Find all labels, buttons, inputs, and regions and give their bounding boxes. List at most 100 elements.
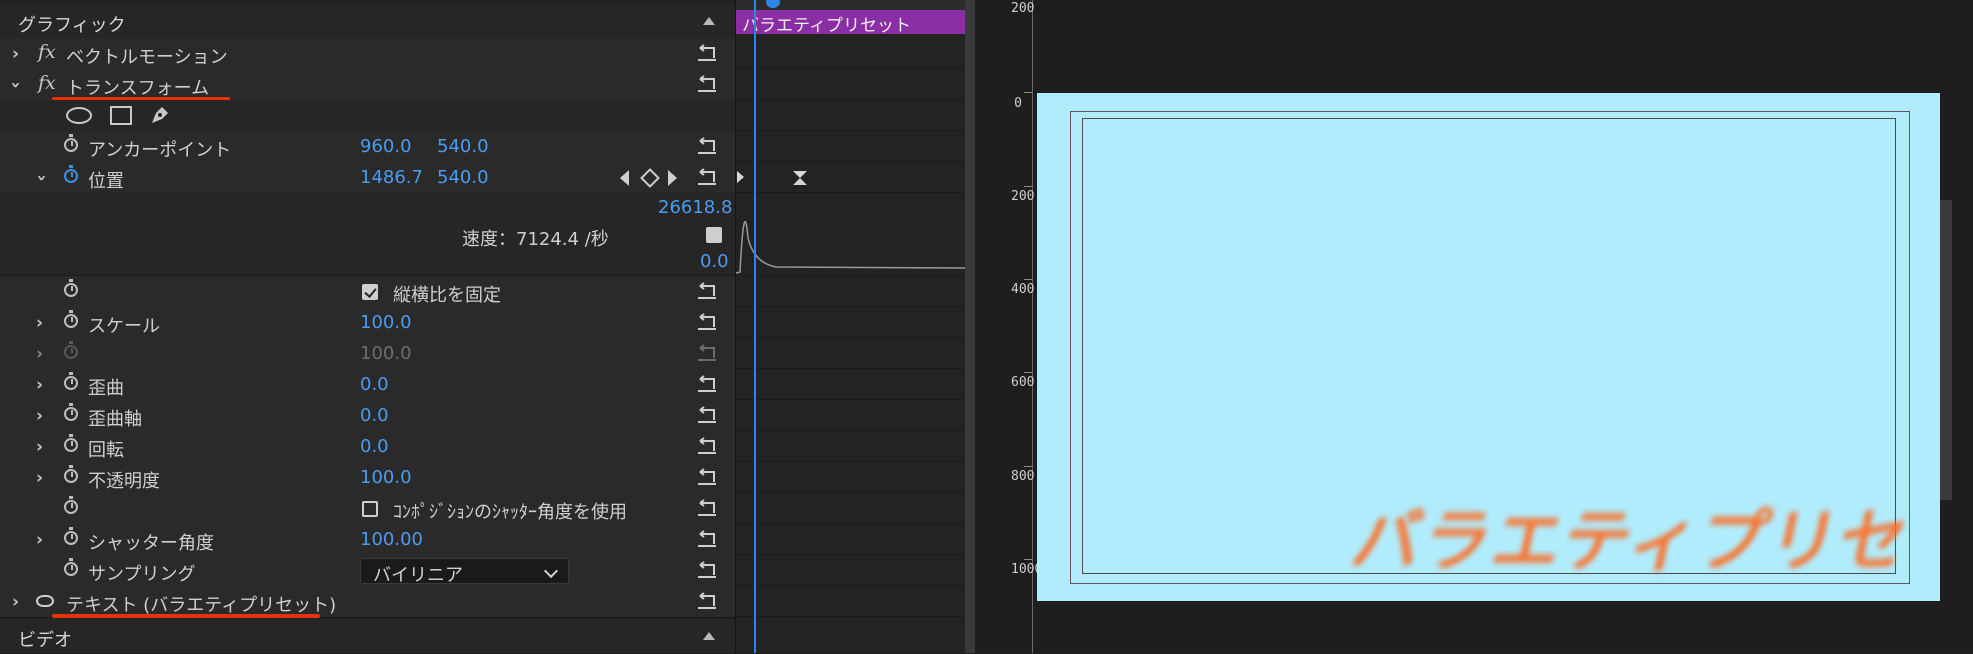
stopwatch-icon[interactable] bbox=[64, 527, 78, 545]
shutter-angle-value[interactable]: 100.00 bbox=[360, 529, 423, 550]
collapse-icon[interactable] bbox=[703, 17, 715, 25]
reset-icon[interactable] bbox=[694, 437, 720, 457]
param-row-position: › 位置 1486.7 540.0 bbox=[0, 162, 735, 194]
chevron-right-icon[interactable]: › bbox=[12, 592, 19, 612]
stopwatch-active-icon[interactable] bbox=[64, 165, 78, 183]
effect-label: ベクトルモーション bbox=[66, 47, 228, 68]
mask-tools-row bbox=[0, 100, 735, 132]
param-label: サンプリング bbox=[88, 564, 196, 585]
ruler-tick bbox=[1024, 466, 1032, 467]
fx-icon[interactable]: fx bbox=[38, 72, 56, 94]
comp-shutter-checkbox[interactable] bbox=[362, 501, 378, 517]
skew-axis-value[interactable]: 0.0 bbox=[360, 405, 389, 426]
effect-timeline[interactable]: バラエティプリセット bbox=[735, 0, 966, 653]
uniform-scale-checkbox[interactable] bbox=[362, 284, 378, 300]
chevron-right-icon[interactable]: › bbox=[36, 344, 43, 364]
divider bbox=[736, 306, 966, 307]
reset-icon[interactable] bbox=[694, 406, 720, 426]
anchor-y-value[interactable]: 540.0 bbox=[437, 136, 489, 157]
fx-icon[interactable]: fx bbox=[38, 41, 56, 63]
keyframe-marker-icon[interactable] bbox=[737, 171, 744, 183]
stopwatch-icon[interactable] bbox=[64, 465, 78, 483]
stopwatch-icon[interactable] bbox=[64, 372, 78, 390]
stopwatch-icon[interactable] bbox=[64, 403, 78, 421]
stopwatch-icon[interactable] bbox=[64, 496, 78, 514]
velocity-graph-panel: 26618.8 速度：7124.4 /秒 0.0 bbox=[0, 193, 735, 276]
reset-icon[interactable] bbox=[694, 468, 720, 488]
reset-icon[interactable] bbox=[694, 137, 720, 157]
vertical-scrollbar[interactable] bbox=[965, 0, 975, 653]
reset-icon[interactable] bbox=[694, 313, 720, 333]
chevron-right-icon[interactable]: › bbox=[36, 468, 43, 488]
chevron-right-icon[interactable]: › bbox=[12, 44, 19, 64]
chevron-right-icon[interactable]: › bbox=[36, 530, 43, 550]
reset-icon[interactable] bbox=[694, 530, 720, 550]
effect-row-vector-motion[interactable]: › fx ベクトルモーション bbox=[0, 38, 735, 70]
param-label: スケール bbox=[88, 316, 160, 337]
reset-icon[interactable] bbox=[694, 282, 720, 302]
param-row-scale: › スケール 100.0 bbox=[0, 307, 735, 339]
timeline-clip[interactable]: バラエティプリセット bbox=[736, 10, 966, 36]
divider bbox=[736, 399, 966, 400]
skew-value[interactable]: 0.0 bbox=[360, 374, 389, 395]
divider bbox=[736, 585, 966, 586]
ellipse-mask-icon[interactable] bbox=[66, 107, 92, 124]
stopwatch-icon[interactable] bbox=[64, 134, 78, 152]
chevron-down-icon[interactable]: › bbox=[32, 174, 52, 181]
reset-icon[interactable] bbox=[694, 592, 720, 612]
section-header-video[interactable]: ビデオ bbox=[0, 619, 735, 654]
stopwatch-icon[interactable] bbox=[64, 434, 78, 452]
reset-icon[interactable] bbox=[694, 499, 720, 519]
add-keyframe-icon[interactable] bbox=[640, 168, 660, 188]
scale-value[interactable]: 100.0 bbox=[360, 312, 412, 333]
effect-controls-panel: グラフィック › fx ベクトルモーション › fx トランスフォーム アンカー… bbox=[0, 0, 735, 654]
collapse-icon[interactable] bbox=[703, 632, 715, 640]
chevron-right-icon[interactable]: › bbox=[36, 406, 43, 426]
opacity-value[interactable]: 100.0 bbox=[360, 467, 412, 488]
monitor-scrollbar[interactable] bbox=[1940, 200, 1952, 500]
divider bbox=[736, 99, 966, 100]
keyframe-hourglass-icon[interactable] bbox=[792, 170, 808, 191]
annotation-underline bbox=[52, 614, 320, 618]
next-keyframe-icon[interactable] bbox=[668, 170, 677, 186]
motion-blurred-text[interactable]: バラエティプリセ bbox=[1344, 485, 1921, 584]
divider bbox=[736, 492, 966, 493]
stopwatch-icon[interactable] bbox=[64, 310, 78, 328]
reset-icon[interactable] bbox=[694, 75, 720, 95]
divider bbox=[736, 161, 966, 162]
position-y-value[interactable]: 540.0 bbox=[437, 167, 489, 188]
chevron-right-icon[interactable]: › bbox=[36, 375, 43, 395]
reset-icon[interactable] bbox=[694, 375, 720, 395]
reset-icon[interactable] bbox=[694, 44, 720, 64]
sampling-dropdown[interactable]: バイリニア bbox=[360, 558, 569, 586]
position-x-value[interactable]: 1486.7 bbox=[360, 167, 423, 188]
anchor-x-value[interactable]: 960.0 bbox=[360, 136, 412, 157]
chevron-down-icon[interactable]: › bbox=[6, 81, 26, 88]
reset-icon[interactable] bbox=[694, 561, 720, 581]
param-row-opacity: › 不透明度 100.0 bbox=[0, 462, 735, 494]
stopwatch-icon[interactable] bbox=[64, 558, 78, 576]
rotation-value[interactable]: 0.0 bbox=[360, 436, 389, 457]
rectangle-mask-icon[interactable] bbox=[110, 106, 132, 125]
section-header-graphic[interactable]: グラフィック bbox=[0, 4, 735, 39]
stopwatch-icon[interactable] bbox=[64, 279, 78, 297]
prev-keyframe-icon[interactable] bbox=[620, 170, 629, 186]
ruler-tick bbox=[1024, 279, 1032, 280]
param-row-skew-axis: › 歪曲軸 0.0 bbox=[0, 400, 735, 432]
scale-width-value: 100.0 bbox=[360, 343, 412, 364]
param-row-comp-shutter: ｺﾝﾎﾟｼﾞｼｮﾝのｼｬｯﾀｰ角度を使用 bbox=[0, 493, 735, 525]
eye-icon[interactable] bbox=[36, 595, 54, 607]
chevron-right-icon[interactable]: › bbox=[36, 437, 43, 457]
speed-readout: 速度：7124.4 /秒 bbox=[462, 229, 609, 250]
param-row-skew: › 歪曲 0.0 bbox=[0, 369, 735, 401]
scrollbar-thumb[interactable] bbox=[965, 0, 975, 653]
dropdown-value: バイリニア bbox=[373, 565, 463, 586]
divider bbox=[736, 430, 966, 431]
pen-icon[interactable] bbox=[148, 103, 172, 132]
chevron-right-icon[interactable]: › bbox=[36, 313, 43, 333]
section-title: グラフィック bbox=[18, 15, 126, 36]
graph-scale-icon[interactable] bbox=[706, 227, 722, 243]
playhead[interactable] bbox=[754, 0, 780, 653]
param-row-anchor-point: アンカーポイント 960.0 540.0 bbox=[0, 131, 735, 163]
reset-icon[interactable] bbox=[694, 168, 720, 188]
